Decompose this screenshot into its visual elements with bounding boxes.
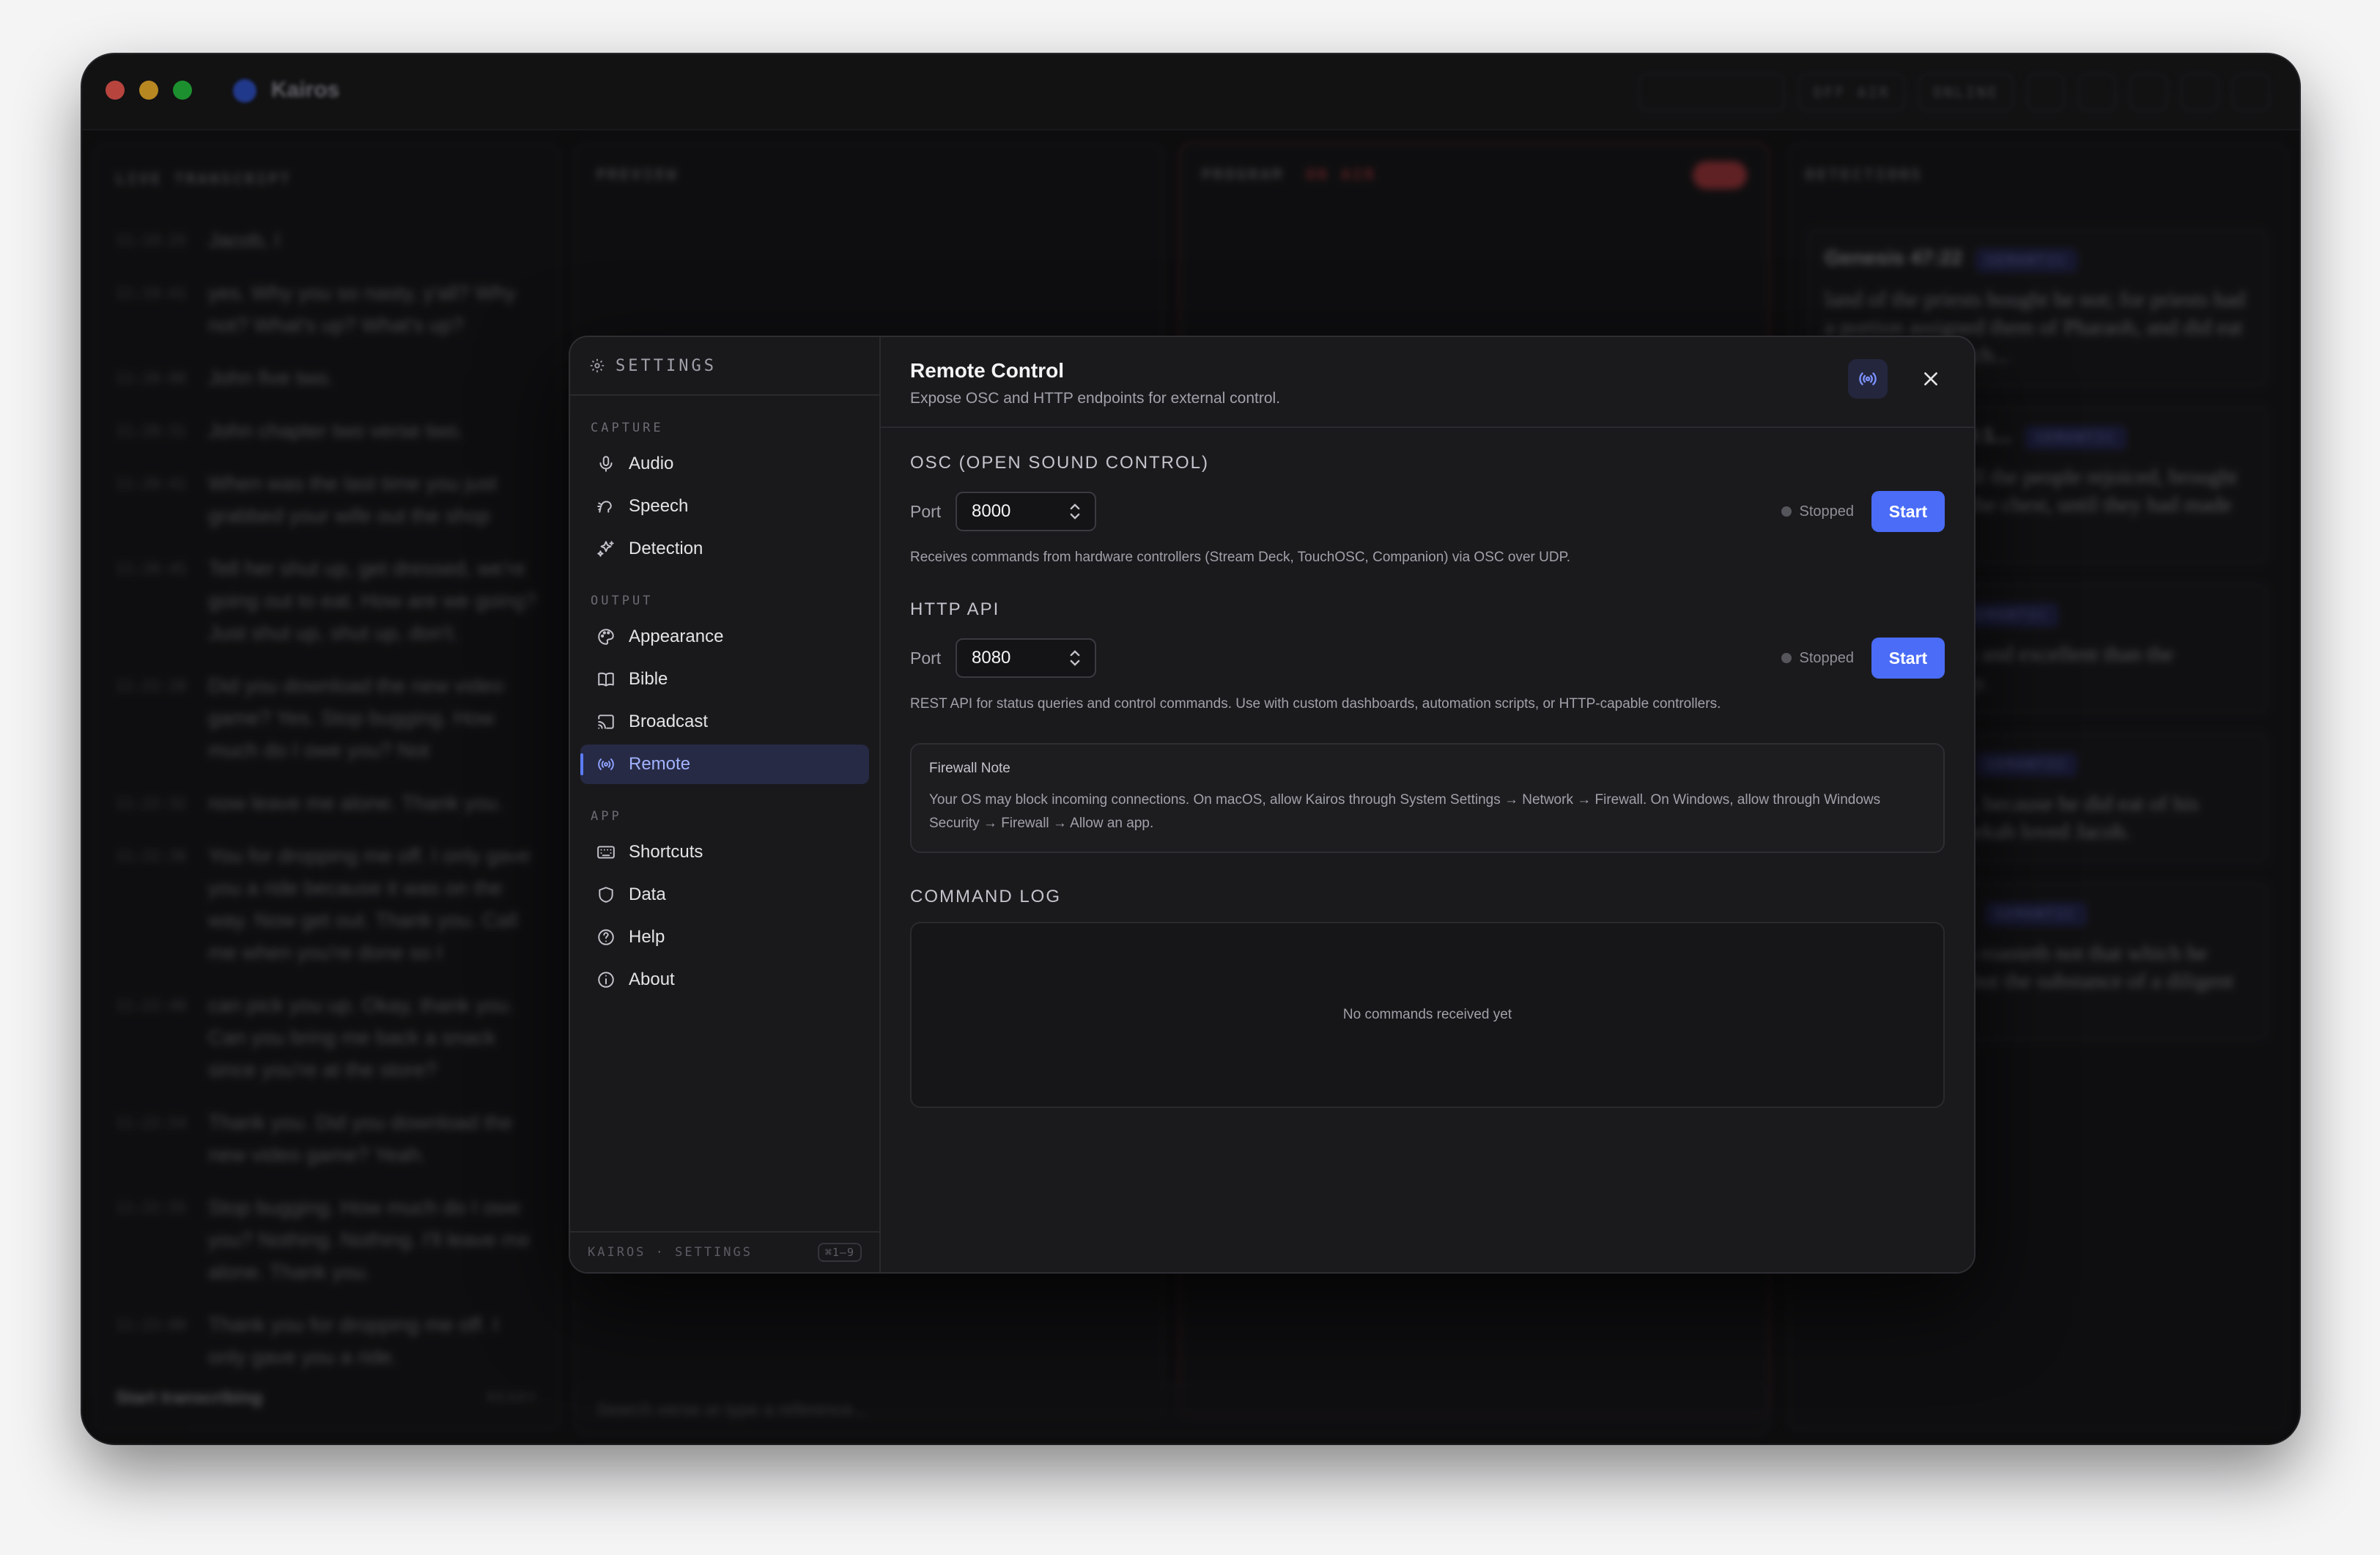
firewall-note-body: Your OS may block incoming connections. … xyxy=(929,792,1881,831)
info-icon xyxy=(598,972,614,988)
osc-status-text: Stopped xyxy=(1799,503,1854,520)
settings-nav: CAPTURE Audio Speech Detection OUTPUT Appeara… xyxy=(570,421,879,1000)
nav-group-label: APP xyxy=(591,809,622,824)
close-icon[interactable] xyxy=(1917,365,1945,393)
sidebar-item-label: Shortcuts xyxy=(629,842,703,862)
command-log-title: COMMAND LOG xyxy=(910,887,1062,906)
http-status: Stopped xyxy=(1781,650,1854,667)
http-description: REST API for status queries and control … xyxy=(910,696,1721,712)
http-section-title: HTTP API xyxy=(910,599,1000,619)
command-log-empty: No commands received yet xyxy=(1342,1007,1512,1022)
keyboard-icon xyxy=(597,846,615,859)
chevron-updown-icon[interactable] xyxy=(1068,649,1082,668)
http-status-text: Stopped xyxy=(1799,649,1854,666)
nav-group-label: CAPTURE xyxy=(591,421,664,435)
firewall-note-title: Firewall Note xyxy=(929,761,1010,776)
status-dot xyxy=(1781,506,1792,517)
panel-header: Remote Control Expose OSC and HTTP endpo… xyxy=(881,337,1974,428)
sidebar-item-about[interactable]: About xyxy=(580,960,869,1000)
osc-section-title: OSC (OPEN SOUND CONTROL) xyxy=(910,453,1210,473)
sidebar-item-broadcast[interactable]: Broadcast xyxy=(580,702,869,742)
osc-port-stepper[interactable]: 8000 xyxy=(956,492,1096,531)
nav-group-app: APP Shortcuts Data Help About xyxy=(570,809,879,1000)
sidebar-item-label: Speech xyxy=(629,496,689,516)
nav-group-label: OUTPUT xyxy=(591,594,654,608)
http-port-row: Port 8080 Stopped Start xyxy=(910,638,1945,679)
settings-modal: SETTINGS CAPTURE Audio Speech Detection OUTP… xyxy=(569,336,1976,1274)
http-port-stepper[interactable]: 8080 xyxy=(956,638,1096,678)
osc-description: Receives commands from hardware controll… xyxy=(910,550,1571,565)
sidebar-item-label: Appearance xyxy=(629,627,724,646)
sidebar-item-detection[interactable]: Detection xyxy=(580,529,869,569)
sidebar-item-label: Help xyxy=(629,927,665,947)
sparkles-icon xyxy=(597,541,614,557)
http-port-label: Port xyxy=(910,648,942,668)
settings-footer-label: KAIROS · SETTINGS xyxy=(588,1245,753,1260)
sidebar-item-label: Data xyxy=(629,884,666,904)
http-start-button[interactable]: Start xyxy=(1871,638,1945,679)
sidebar-item-audio[interactable]: Audio xyxy=(580,444,869,484)
chevron-updown-icon[interactable] xyxy=(1068,502,1082,521)
remote-settings-panel: Remote Control Expose OSC and HTTP endpo… xyxy=(881,337,1974,1272)
cast-icon xyxy=(598,714,614,729)
settings-footer: KAIROS · SETTINGS ⌘1–9 xyxy=(570,1231,879,1272)
gear-icon xyxy=(590,358,605,373)
sidebar-item-help[interactable]: Help xyxy=(580,917,869,957)
osc-port-row: Port 8000 Stopped Start xyxy=(910,491,1945,532)
sidebar-item-bible[interactable]: Bible xyxy=(580,660,869,699)
book-icon xyxy=(598,672,614,687)
page-title: Remote Control xyxy=(910,359,1064,382)
radio-icon xyxy=(598,758,614,770)
sidebar-item-remote[interactable]: Remote xyxy=(580,745,869,784)
shield-icon xyxy=(599,887,613,903)
osc-port-value[interactable]: 8000 xyxy=(972,501,1010,522)
sidebar-item-label: Detection xyxy=(629,539,703,558)
sidebar-item-label: Audio xyxy=(629,454,674,473)
page-subtitle: Expose OSC and HTTP endpoints for extern… xyxy=(910,390,1281,407)
sidebar-item-speech[interactable]: Speech xyxy=(580,487,869,526)
osc-start-button[interactable]: Start xyxy=(1871,491,1945,532)
speech-icon xyxy=(597,501,612,513)
help-icon xyxy=(598,929,614,945)
osc-status: Stopped xyxy=(1781,503,1854,520)
sidebar-item-label: Remote xyxy=(629,754,691,774)
sidebar-item-label: About xyxy=(629,969,675,989)
sidebar-item-shortcuts[interactable]: Shortcuts xyxy=(580,832,869,872)
palette-icon xyxy=(598,629,614,645)
nav-group-output: OUTPUT Appearance Bible Broadcast Remote xyxy=(570,594,879,784)
sidebar-item-label: Bible xyxy=(629,669,668,689)
settings-sidebar: SETTINGS CAPTURE Audio Speech Detection OUTP… xyxy=(570,337,881,1272)
firewall-note: Firewall Note Your OS may block incoming… xyxy=(910,743,1945,853)
sidebar-item-appearance[interactable]: Appearance xyxy=(580,617,869,657)
settings-title: SETTINGS xyxy=(616,356,717,375)
osc-port-label: Port xyxy=(910,501,942,521)
app-window: Kairos OFF AIR ONLINE LIVE TRANSCRIPT 11… xyxy=(82,54,2299,1444)
shortcut-hint: ⌘1–9 xyxy=(817,1243,862,1262)
settings-header: SETTINGS xyxy=(570,337,879,396)
nav-group-capture: CAPTURE Audio Speech Detection xyxy=(570,421,879,569)
broadcast-status-icon xyxy=(1848,359,1888,399)
status-dot xyxy=(1781,653,1792,663)
command-log: No commands received yet xyxy=(910,922,1945,1108)
sidebar-item-data[interactable]: Data xyxy=(580,875,869,915)
mic-icon xyxy=(599,456,613,472)
http-port-value[interactable]: 8080 xyxy=(972,648,1010,668)
sidebar-item-label: Broadcast xyxy=(629,712,709,731)
